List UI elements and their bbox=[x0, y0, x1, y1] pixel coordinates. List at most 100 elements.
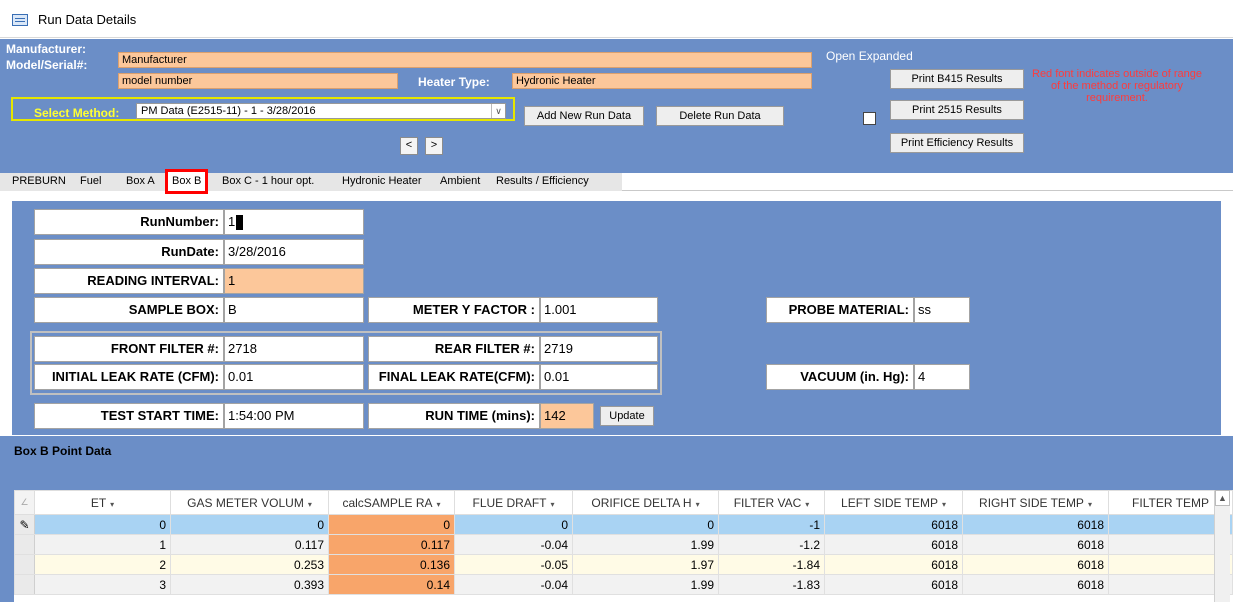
sort-dropdown-icon[interactable]: ▾ bbox=[551, 500, 555, 509]
delete-run-data-button[interactable]: Delete Run Data bbox=[656, 106, 784, 126]
tab-fuel[interactable]: Fuel bbox=[76, 173, 105, 191]
column-header-calc-sample-rate[interactable]: calcSAMPLE RA ▾ bbox=[328, 490, 455, 515]
cell-flue-draft[interactable]: -0.04 bbox=[454, 534, 573, 555]
column-header-filter-vac[interactable]: FILTER VAC ▾ bbox=[718, 490, 825, 515]
row-selector[interactable] bbox=[14, 534, 35, 555]
column-header-gas-meter-volume[interactable]: GAS METER VOLUM ▾ bbox=[170, 490, 329, 515]
cell-calc-sample-rate[interactable]: 0.136 bbox=[328, 554, 455, 575]
cell-right-side-temp[interactable]: 6018 bbox=[962, 574, 1109, 595]
tab-hydronic-heater[interactable]: Hydronic Heater bbox=[338, 173, 425, 191]
cell-calc-sample-rate[interactable]: 0 bbox=[328, 514, 455, 535]
final-leak-rate-field[interactable]: 0.01 bbox=[540, 364, 658, 390]
tab-box-c[interactable]: Box C - 1 hour opt. bbox=[218, 173, 318, 191]
tab-ambient[interactable]: Ambient bbox=[436, 173, 484, 191]
cell-orifice-delta-h[interactable]: 1.99 bbox=[572, 534, 719, 555]
model-serial-field[interactable]: model number bbox=[118, 73, 398, 89]
cell-filter-vac[interactable]: -1 bbox=[718, 514, 825, 535]
run-time-field[interactable]: 142 bbox=[540, 403, 594, 429]
sort-dropdown-icon[interactable]: ▾ bbox=[437, 500, 441, 509]
cell-gas-meter-volume[interactable]: 0.253 bbox=[170, 554, 329, 575]
test-start-time-field[interactable]: 1:54:00 PM bbox=[224, 403, 364, 429]
column-header-et[interactable]: ET ▾ bbox=[34, 490, 171, 515]
previous-record-button[interactable]: < bbox=[400, 137, 418, 155]
row-selector[interactable] bbox=[14, 574, 35, 595]
tab-results-efficiency[interactable]: Results / Efficiency bbox=[492, 173, 593, 191]
column-header-left-side-temp[interactable]: LEFT SIDE TEMP ▾ bbox=[824, 490, 963, 515]
cell-left-side-temp[interactable]: 6018 bbox=[824, 534, 963, 555]
run-number-field[interactable]: 1 bbox=[224, 209, 364, 235]
run-date-field[interactable]: 3/28/2016 bbox=[224, 239, 364, 265]
print-efficiency-button[interactable]: Print Efficiency Results bbox=[890, 133, 1024, 153]
column-header-orifice-delta-h[interactable]: ORIFICE DELTA H ▾ bbox=[572, 490, 719, 515]
manufacturer-field[interactable]: Manufacturer bbox=[118, 52, 812, 68]
select-method-dropdown[interactable]: PM Data (E2515-11) - 1 - 3/28/2016 ∨ bbox=[136, 103, 506, 119]
table-row[interactable]: ✎ 0 0 0 0 0 -1 6018 6018 bbox=[14, 514, 1233, 535]
cell-calc-sample-rate[interactable]: 0.14 bbox=[328, 574, 455, 595]
select-method-value: PM Data (E2515-11) - 1 - 3/28/2016 bbox=[141, 105, 316, 117]
cell-orifice-delta-h[interactable]: 1.99 bbox=[572, 574, 719, 595]
select-all-corner[interactable]: ∠ bbox=[14, 490, 35, 515]
cell-left-side-temp[interactable]: 6018 bbox=[824, 554, 963, 575]
next-record-button[interactable]: > bbox=[425, 137, 443, 155]
sort-dropdown-icon[interactable]: ▾ bbox=[942, 500, 946, 509]
sample-box-field[interactable]: B bbox=[224, 297, 364, 323]
column-header-right-side-temp[interactable]: RIGHT SIDE TEMP ▾ bbox=[962, 490, 1109, 515]
column-header-label: calcSAMPLE RA bbox=[342, 495, 433, 510]
cell-flue-draft[interactable]: -0.04 bbox=[454, 574, 573, 595]
sort-dropdown-icon[interactable]: ▾ bbox=[308, 500, 312, 509]
cell-filter-vac[interactable]: -1.84 bbox=[718, 554, 825, 575]
cell-right-side-temp[interactable]: 6018 bbox=[962, 554, 1109, 575]
cell-et[interactable]: 3 bbox=[34, 574, 171, 595]
cell-gas-meter-volume[interactable]: 0.117 bbox=[170, 534, 329, 555]
cell-gas-meter-volume[interactable]: 0.393 bbox=[170, 574, 329, 595]
cell-left-side-temp[interactable]: 6018 bbox=[824, 574, 963, 595]
probe-material-field[interactable]: ss bbox=[914, 297, 970, 323]
cell-calc-sample-rate[interactable]: 0.117 bbox=[328, 534, 455, 555]
sort-dropdown-icon[interactable]: ▾ bbox=[805, 500, 809, 509]
sort-dropdown-icon[interactable]: ▾ bbox=[696, 500, 700, 509]
add-new-run-data-button[interactable]: Add New Run Data bbox=[524, 106, 644, 126]
print-2515-button[interactable]: Print 2515 Results bbox=[890, 100, 1024, 120]
table-row[interactable]: 2 0.253 0.136 -0.05 1.97 -1.84 6018 6018 bbox=[14, 554, 1233, 575]
table-row[interactable]: 3 0.393 0.14 -0.04 1.99 -1.83 6018 6018 bbox=[14, 574, 1233, 595]
pencil-icon[interactable]: ✎ bbox=[14, 514, 35, 535]
tab-box-a[interactable]: Box A bbox=[122, 173, 159, 191]
update-button[interactable]: Update bbox=[600, 406, 654, 426]
cell-flue-draft[interactable]: 0 bbox=[454, 514, 573, 535]
vertical-scrollbar[interactable]: ▲ bbox=[1214, 490, 1230, 602]
cell-left-side-temp[interactable]: 6018 bbox=[824, 514, 963, 535]
heater-type-field[interactable]: Hydronic Heater bbox=[512, 73, 812, 89]
chevron-down-icon[interactable]: ∨ bbox=[491, 104, 505, 118]
meter-y-factor-field[interactable]: 1.001 bbox=[540, 297, 658, 323]
table-row[interactable]: 1 0.117 0.117 -0.04 1.99 -1.2 6018 6018 bbox=[14, 534, 1233, 555]
cell-filter-vac[interactable]: -1.83 bbox=[718, 574, 825, 595]
tab-box-b[interactable]: Box B bbox=[165, 169, 209, 194]
cell-et[interactable]: 0 bbox=[34, 514, 171, 535]
open-expanded-checkbox[interactable] bbox=[863, 112, 876, 125]
cell-right-side-temp[interactable]: 6018 bbox=[962, 514, 1109, 535]
cell-orifice-delta-h[interactable]: 0 bbox=[572, 514, 719, 535]
cell-et[interactable]: 2 bbox=[34, 554, 171, 575]
header-panel: Manufacturer: Manufacturer Model/Serial#… bbox=[0, 39, 1233, 173]
sort-dropdown-icon[interactable]: ▾ bbox=[1088, 500, 1092, 509]
initial-leak-rate-field[interactable]: 0.01 bbox=[224, 364, 364, 390]
cell-et[interactable]: 1 bbox=[34, 534, 171, 555]
row-selector[interactable] bbox=[14, 554, 35, 575]
reading-interval-field[interactable]: 1 bbox=[224, 268, 364, 294]
cell-filter-vac[interactable]: -1.2 bbox=[718, 534, 825, 555]
sort-dropdown-icon[interactable]: ▾ bbox=[110, 500, 114, 509]
cell-gas-meter-volume[interactable]: 0 bbox=[170, 514, 329, 535]
print-b415-button[interactable]: Print B415 Results bbox=[890, 69, 1024, 89]
rear-filter-field[interactable]: 2719 bbox=[540, 336, 658, 362]
column-header-flue-draft[interactable]: FLUE DRAFT ▾ bbox=[454, 490, 573, 515]
cell-right-side-temp[interactable]: 6018 bbox=[962, 534, 1109, 555]
tab-preburn[interactable]: PREBURN bbox=[8, 173, 70, 191]
scroll-up-icon[interactable]: ▲ bbox=[1215, 490, 1230, 506]
cell-orifice-delta-h[interactable]: 1.97 bbox=[572, 554, 719, 575]
front-filter-field[interactable]: 2718 bbox=[224, 336, 364, 362]
point-data-grid[interactable]: ∠ ET ▾ GAS METER VOLUM ▾ calcSAMPLE RA ▾ FL… bbox=[14, 490, 1233, 602]
vacuum-field[interactable]: 4 bbox=[914, 364, 970, 390]
column-header-label: GAS METER VOLUM bbox=[187, 495, 304, 510]
cell-flue-draft[interactable]: -0.05 bbox=[454, 554, 573, 575]
form-icon bbox=[12, 14, 28, 26]
